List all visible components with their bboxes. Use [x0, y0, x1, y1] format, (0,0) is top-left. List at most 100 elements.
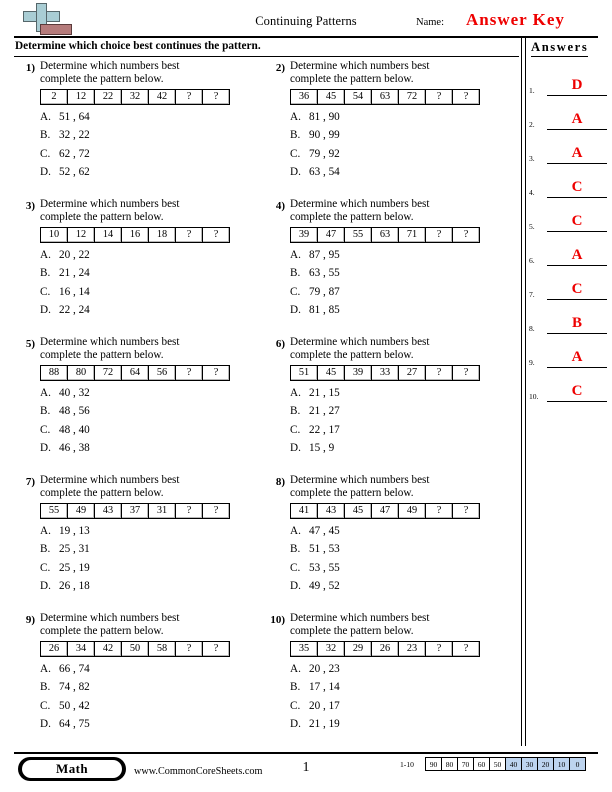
pattern-blank-cell[interactable]: ? — [202, 226, 230, 243]
problem-prompt-line2: complete the pattern below. — [290, 73, 414, 86]
answer-choice[interactable]: D. 21 , 19 — [290, 715, 514, 734]
pattern-cell: 72 — [94, 364, 122, 381]
answer-choice[interactable]: C. 79 , 87 — [290, 283, 514, 302]
pattern-blank-cell[interactable]: ? — [425, 364, 453, 381]
pattern-blank-cell[interactable]: ? — [425, 88, 453, 105]
answer-choice[interactable]: D. 15 , 9 — [290, 439, 514, 458]
answer-choice-letter: C. — [40, 285, 51, 298]
answer-choice[interactable]: D. 22 , 24 — [40, 301, 264, 320]
pattern-blank-cell[interactable]: ? — [425, 226, 453, 243]
answer-choice[interactable]: A. 66 , 74 — [40, 660, 264, 679]
answer-choice[interactable]: B. 63 , 55 — [290, 264, 514, 283]
pattern-blank-cell[interactable]: ? — [452, 88, 480, 105]
answer-choice-text: 51 , 53 — [309, 543, 340, 556]
answer-row-index: 6. — [529, 256, 535, 265]
name-label: Name: — [416, 17, 444, 28]
answer-write-line[interactable] — [547, 367, 607, 368]
answer-write-line[interactable] — [547, 265, 607, 266]
answer-choice[interactable]: A. 87 , 95 — [290, 246, 514, 265]
problem-number: 9) — [25, 614, 35, 626]
scale-range-label: 1-10 — [400, 760, 414, 769]
pattern-cell: 55 — [40, 502, 68, 519]
answer-write-line[interactable] — [547, 231, 607, 232]
answer-row-index: 7. — [529, 290, 535, 299]
pattern-blank-cell[interactable]: ? — [452, 226, 480, 243]
answer-choice[interactable]: D. 63 , 54 — [290, 163, 514, 182]
answer-choice[interactable]: B. 17 , 14 — [290, 678, 514, 697]
answer-choice[interactable]: A. 21 , 15 — [290, 384, 514, 403]
pattern-cell: 36 — [290, 88, 318, 105]
answer-choice[interactable]: B. 48 , 56 — [40, 402, 264, 421]
answer-choice[interactable]: A. 19 , 13 — [40, 522, 264, 541]
answer-choice[interactable]: C. 62 , 72 — [40, 145, 264, 164]
answer-choice[interactable]: A. 20 , 23 — [290, 660, 514, 679]
answer-choice[interactable]: A. 51 , 64 — [40, 108, 264, 127]
problem: 8) Determine which numbers best complete t… — [264, 474, 514, 612]
pattern-blank-cell[interactable]: ? — [452, 364, 480, 381]
problem-prompt-line1: Determine which numbers best — [40, 336, 180, 348]
answer-write-line[interactable] — [547, 333, 607, 334]
answer-choice[interactable]: C. 22 , 17 — [290, 421, 514, 440]
answer-choice[interactable]: A. 81 , 90 — [290, 108, 514, 127]
pattern-blank-cell[interactable]: ? — [452, 640, 480, 657]
answer-key-stamp: Answer Key — [466, 10, 565, 29]
problem-body: Determine which numbers best complete the… — [40, 336, 264, 474]
pattern-blank-cell[interactable]: ? — [175, 502, 203, 519]
answer-write-line[interactable] — [547, 197, 607, 198]
answer-choice[interactable]: B. 21 , 27 — [290, 402, 514, 421]
answer-choices: A. 20 , 23 B. 17 , 14 C. 20 , 17 D. 21 , 19 — [290, 660, 514, 734]
answer-choice-letter: B. — [290, 405, 301, 418]
pattern-blank-cell[interactable]: ? — [175, 226, 203, 243]
answer-choice[interactable]: D. 26 , 18 — [40, 577, 264, 596]
table-row: 10 12 14 16 18?? — [40, 226, 230, 243]
pattern-blank-cell[interactable]: ? — [175, 364, 203, 381]
pattern-blank-cell[interactable]: ? — [425, 640, 453, 657]
answer-choice[interactable]: C. 53 , 55 — [290, 559, 514, 578]
answer-write-line[interactable] — [547, 299, 607, 300]
answer-write-line[interactable] — [547, 95, 607, 96]
answer-choice-text: 48 , 56 — [59, 405, 90, 418]
pattern-blank-cell[interactable]: ? — [452, 502, 480, 519]
answer-choice[interactable]: B. 32 , 22 — [40, 126, 264, 145]
answer-choice[interactable]: C. 48 , 40 — [40, 421, 264, 440]
pattern-blank-cell[interactable]: ? — [202, 88, 230, 105]
answer-write-line[interactable] — [547, 401, 607, 402]
pattern-blank-cell[interactable]: ? — [202, 502, 230, 519]
pattern-blank-cell[interactable]: ? — [175, 640, 203, 657]
answer-choice[interactable]: C. 20 , 17 — [290, 697, 514, 716]
answer-choice-text: 19 , 13 — [59, 524, 90, 537]
answer-choice[interactable]: D. 49 , 52 — [290, 577, 514, 596]
answer-choice[interactable]: C. 25 , 19 — [40, 559, 264, 578]
answer-choice[interactable]: B. 74 , 82 — [40, 678, 264, 697]
answer-choice[interactable]: D. 64 , 75 — [40, 715, 264, 734]
answer-choice[interactable]: A. 47 , 45 — [290, 522, 514, 541]
answer-write-line[interactable] — [547, 129, 607, 130]
answer-choice[interactable]: A. 20 , 22 — [40, 246, 264, 265]
answer-choice[interactable]: D. 46 , 38 — [40, 439, 264, 458]
answer-choice[interactable]: C. 50 , 42 — [40, 697, 264, 716]
pattern-blank-cell[interactable]: ? — [202, 364, 230, 381]
answer-choice-letter: B. — [40, 543, 51, 556]
answer-choice[interactable]: D. 81 , 85 — [290, 301, 514, 320]
answer-choice[interactable]: B. 90 , 99 — [290, 126, 514, 145]
answer-choice-text: 81 , 85 — [309, 304, 340, 317]
answer-choice[interactable]: C. 79 , 92 — [290, 145, 514, 164]
grading-scale-cell: 60 — [473, 757, 490, 771]
answer-choice[interactable]: B. 21 , 24 — [40, 264, 264, 283]
pattern-blank-cell[interactable]: ? — [202, 640, 230, 657]
pattern-cell: 14 — [94, 226, 122, 243]
pattern-blank-cell[interactable]: ? — [175, 88, 203, 105]
problem-number: 6) — [275, 338, 285, 350]
answer-choice[interactable]: B. 25 , 31 — [40, 540, 264, 559]
answer-choice[interactable]: B. 51 , 53 — [290, 540, 514, 559]
problem-number: 10) — [270, 614, 285, 626]
problem-prompt-line1: Determine which numbers best — [290, 336, 430, 348]
answer-choice-letter: B. — [290, 681, 301, 694]
problem-body: Determine which numbers best complete the… — [290, 474, 514, 612]
pattern-blank-cell[interactable]: ? — [425, 502, 453, 519]
answer-write-line[interactable] — [547, 163, 607, 164]
table-row: 36 45 54 63 72?? — [290, 88, 480, 105]
answer-choice[interactable]: C. 16 , 14 — [40, 283, 264, 302]
answer-choice[interactable]: A. 40 , 32 — [40, 384, 264, 403]
answer-choice[interactable]: D. 52 , 62 — [40, 163, 264, 182]
